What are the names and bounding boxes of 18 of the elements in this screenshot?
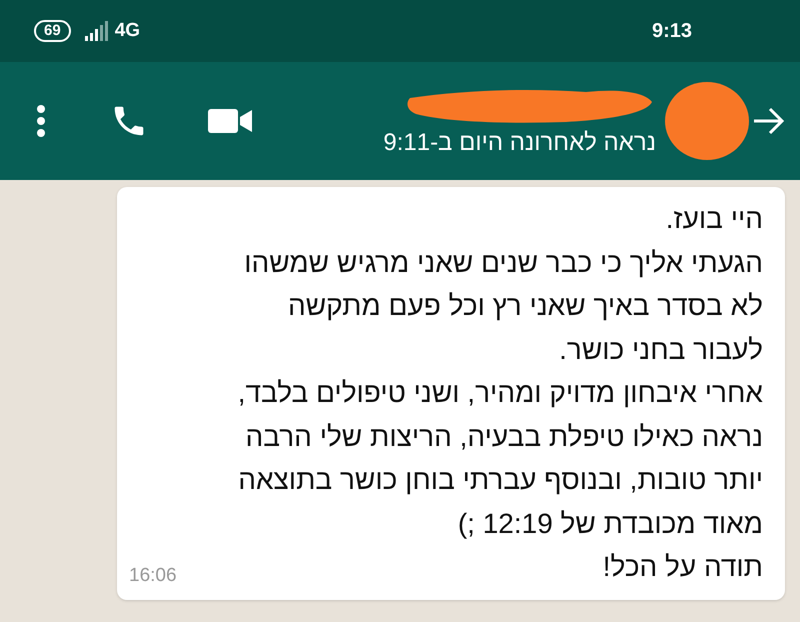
message-text: יותר טובות, ובנוסף עברתי בוחן כושר בתוצאה: [238, 463, 763, 497]
message-text: היי בועז.: [666, 202, 763, 236]
message-text: לא בסדר באיך שאני רץ וכל פעם מתקשה: [288, 289, 763, 323]
message-text: תודה על הכל!: [602, 550, 763, 584]
message-text: נראה כאילו טיפלת בבעיה, הריצות שלי הרבה: [246, 420, 763, 454]
message-text: מאוד מכובדת של 12:19 ;): [458, 506, 763, 541]
video-camera-icon[interactable]: [208, 107, 252, 135]
battery-indicator: 69: [34, 20, 71, 42]
signal-icon: [84, 21, 111, 41]
back-arrow-icon[interactable]: [752, 106, 786, 136]
clock: 9:13: [652, 19, 692, 44]
menu-icon[interactable]: [36, 104, 46, 138]
message-text: הגעתי אליך כי כבר שנים שאני מרגיש שמשהו: [244, 246, 763, 280]
network-type: 4G: [114, 18, 140, 43]
message-text: אחרי איבחון מדויק ומהיר, ושני טיפולים בלבד,: [238, 376, 763, 410]
message-time: 16:06: [129, 564, 177, 588]
last-seen-text: נראה לאחרונה היום ב-9:11: [383, 128, 656, 158]
message-text: לעבור בחני כושר.: [559, 332, 763, 366]
